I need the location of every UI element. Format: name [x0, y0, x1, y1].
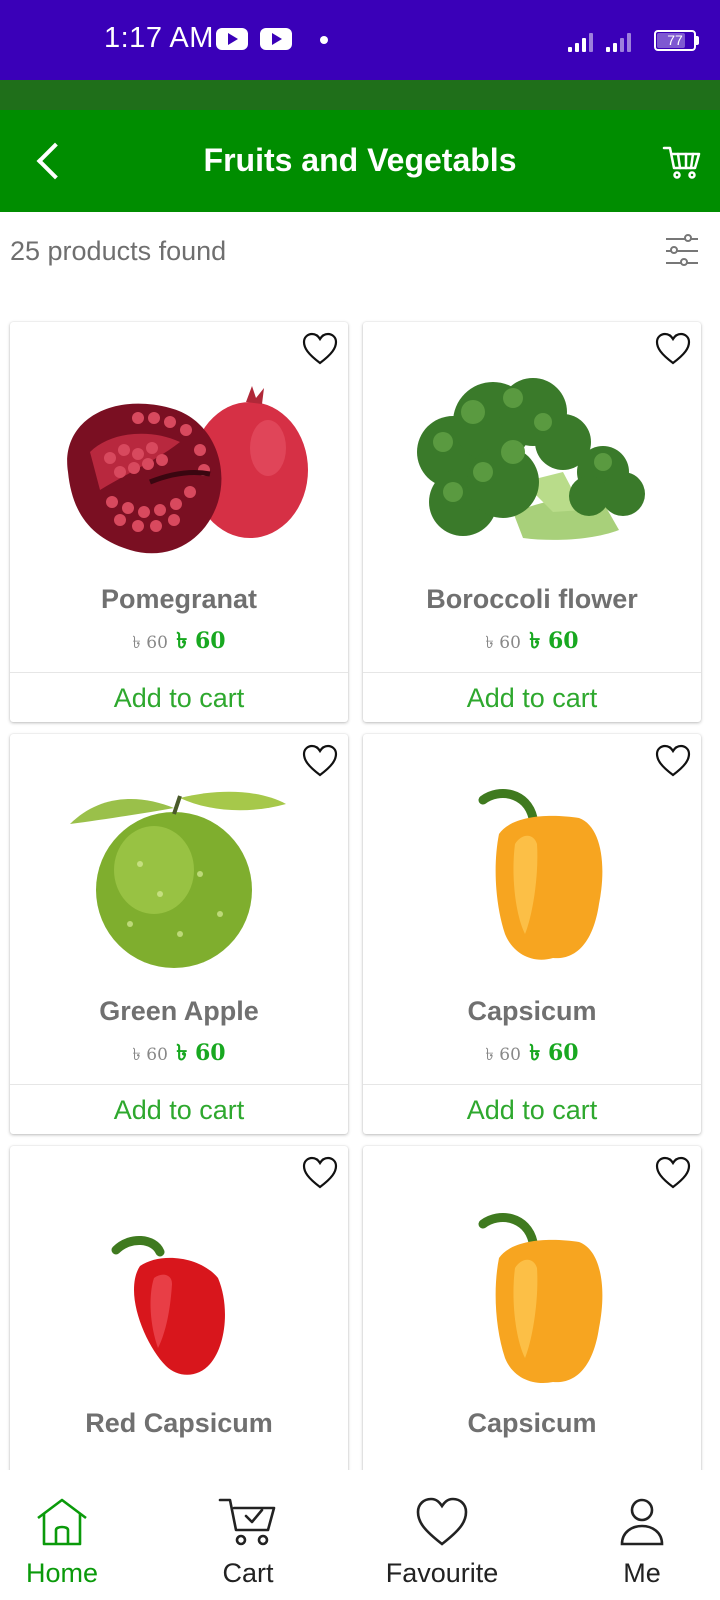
price-row: ৳ 60 ৳ 60: [10, 624, 348, 661]
nav-label-home: Home: [25, 1558, 99, 1588]
add-to-cart-button[interactable]: Add to cart: [10, 1086, 348, 1134]
product-name: Green Apple: [99, 996, 259, 1026]
app-bar: Fruits and Vegetabls: [0, 110, 720, 212]
product-name: Pomegranat: [100, 584, 258, 614]
youtube-icon: [260, 28, 292, 50]
old-price: ৳ 60: [485, 1045, 521, 1065]
heart-icon: [416, 1497, 468, 1546]
battery-icon: 77: [654, 30, 696, 51]
product-image: [478, 789, 603, 960]
header-strip: [0, 80, 720, 110]
battery-level: 77: [667, 32, 683, 48]
nav-label-me: Me: [623, 1558, 661, 1588]
heart-icon[interactable]: [655, 744, 691, 778]
bottom-nav: Home Cart Favourite Me: [0, 1470, 720, 1600]
heart-icon[interactable]: [655, 1156, 691, 1190]
results-count: 25 products found: [10, 236, 227, 266]
heart-icon[interactable]: [655, 332, 691, 366]
heart-icon[interactable]: [302, 744, 338, 778]
price: ৳ 60: [529, 628, 579, 654]
page-title: Fruits and Vegetabls: [203, 142, 517, 178]
product-name: Capsicum: [467, 1408, 597, 1438]
user-icon: [620, 1498, 664, 1546]
product-image: [111, 1236, 225, 1375]
add-to-cart-button[interactable]: Add to cart: [363, 1086, 701, 1134]
product-name: Red Capsicum: [85, 1408, 273, 1438]
heart-icon[interactable]: [302, 1156, 338, 1190]
cart-button[interactable]: [662, 144, 702, 180]
signal-icon: [568, 28, 602, 52]
dot-icon: [320, 36, 328, 44]
status-bar: 1:17 AM 77: [0, 0, 720, 80]
home-icon: [37, 1498, 87, 1546]
old-price: ৳ 60: [132, 1045, 168, 1065]
product-name: Boroccoli flower: [426, 584, 638, 614]
price: ৳ 60: [176, 1040, 226, 1066]
price-row: ৳ 60 ৳ 60: [10, 1036, 348, 1073]
nav-me[interactable]: Me: [552, 1470, 720, 1600]
product-card[interactable]: Pomegranat ৳ 60 ৳ 60 Add to cart: [10, 322, 348, 722]
youtube-icon: [216, 28, 248, 50]
product-card[interactable]: Capsicum ৳ 60 ৳ 60 Add to cart: [363, 734, 701, 1134]
price-row: ৳ 60 ৳ 60: [363, 624, 701, 661]
price-row: ৳ 60 ৳ 60: [363, 1036, 701, 1073]
price: ৳ 60: [529, 1040, 579, 1066]
add-to-cart-button[interactable]: Add to cart: [363, 674, 701, 722]
status-time: 1:17 AM: [104, 22, 214, 54]
product-card[interactable]: Boroccoli flower ৳ 60 ৳ 60 Add to cart: [363, 322, 701, 722]
filter-button[interactable]: [662, 232, 702, 272]
product-name: Capsicum: [467, 996, 597, 1026]
nav-label-cart: Cart: [222, 1558, 274, 1588]
nav-favourite[interactable]: Favourite: [352, 1470, 532, 1600]
product-image: [67, 386, 308, 554]
back-button[interactable]: [28, 138, 72, 182]
old-price: ৳ 60: [485, 633, 521, 653]
nav-label-favourite: Favourite: [385, 1558, 499, 1588]
cart-icon: [662, 146, 701, 179]
product-card[interactable]: Green Apple ৳ 60 ৳ 60 Add to cart: [10, 734, 348, 1134]
add-to-cart-button[interactable]: Add to cart: [10, 674, 348, 722]
cart-icon: [218, 1498, 276, 1546]
price: ৳ 60: [176, 628, 226, 654]
product-image: [70, 791, 286, 968]
product-image: [403, 362, 661, 562]
old-price: ৳ 60: [132, 633, 168, 653]
signal-icon: [606, 28, 640, 52]
nav-home[interactable]: Home: [0, 1470, 152, 1600]
nav-cart[interactable]: Cart: [158, 1470, 338, 1600]
product-image: [478, 1213, 603, 1383]
heart-icon[interactable]: [302, 332, 338, 366]
